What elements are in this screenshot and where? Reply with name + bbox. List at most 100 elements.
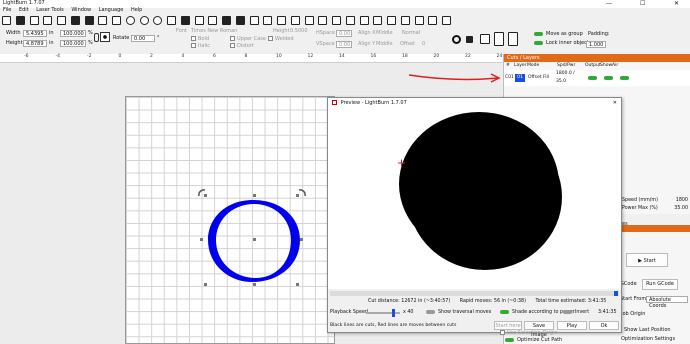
frame-icon[interactable] (167, 16, 176, 25)
show-traversal-option[interactable]: Show traversal moves (426, 309, 491, 317)
align-right-icon[interactable] (277, 16, 286, 25)
playback-speed-slider[interactable] (366, 309, 400, 317)
start-here-button[interactable]: Start here (494, 321, 522, 330)
align-bottom-icon[interactable] (318, 16, 328, 25)
upper-case-option[interactable]: Upper Case (230, 36, 266, 43)
show-last-position-option[interactable]: Show Last Position (618, 327, 671, 334)
playback-scrollbar[interactable] (330, 291, 619, 296)
camera-icon[interactable] (452, 35, 461, 44)
rotate-field[interactable]: 0.00 (131, 35, 155, 42)
text-height-value[interactable]: 0.5000 (290, 28, 308, 35)
speed-value[interactable]: 1800 (676, 197, 688, 204)
menu-laser-tools[interactable]: Laser Tools (36, 7, 64, 13)
undo-icon[interactable] (112, 16, 121, 25)
start-from-select[interactable]: Absolute Coords (646, 296, 688, 309)
zoom-in-icon[interactable] (125, 16, 135, 25)
lock-ratio-icon[interactable] (94, 33, 99, 42)
lock-inner-objects-option[interactable]: Lock inner objects (534, 40, 591, 47)
cut-icon[interactable] (70, 16, 80, 25)
width-field[interactable]: 5.4395 (23, 30, 47, 37)
settings-icon[interactable] (222, 16, 231, 25)
run-gcode-button[interactable]: Run GCode (642, 279, 678, 290)
tools-icon[interactable] (235, 16, 245, 25)
text-height-label: Height (273, 28, 290, 34)
maximize-icon[interactable]: ☐ (640, 0, 645, 7)
anchor-grid-icon[interactable] (100, 32, 110, 42)
array-icon[interactable] (442, 16, 451, 25)
hspace-field[interactable]: 0.00 (336, 30, 352, 37)
align-middle-icon[interactable] (304, 16, 314, 25)
align-left-icon[interactable] (249, 16, 259, 25)
start-button[interactable]: ▶ Start (626, 253, 668, 267)
height-percent-field[interactable]: 100.000 (60, 40, 86, 47)
dock-icon[interactable] (400, 16, 410, 25)
cut-layer-row[interactable]: C01 01 Offset Fill 1800.0 / 35.0 (504, 70, 690, 86)
move-as-group-option[interactable]: Move as group (534, 31, 583, 38)
menu-help[interactable]: Help (131, 7, 142, 13)
paste-icon[interactable] (98, 16, 108, 25)
bold-option[interactable]: Bold (191, 36, 209, 43)
vspace-field[interactable]: 0.00 (336, 41, 352, 48)
align-y-value[interactable]: Middle (376, 41, 393, 48)
laser-head-icon[interactable] (466, 36, 473, 43)
open-file-icon[interactable] (15, 16, 25, 25)
same-height-icon[interactable] (373, 16, 383, 25)
menu-file[interactable]: File (3, 7, 11, 13)
height-unit: in (49, 40, 54, 46)
preview-close-icon[interactable]: ✕ (613, 98, 617, 109)
align-top-icon[interactable] (290, 16, 300, 25)
start-from-label: Start From: (620, 296, 648, 302)
ok-button[interactable]: Ok (589, 321, 619, 330)
close-icon[interactable]: ✕ (674, 0, 679, 7)
height-label: Height (6, 40, 23, 46)
padding-field[interactable]: 1.000 (586, 41, 606, 48)
align-x-value[interactable]: Middle (376, 30, 393, 37)
pin-icon[interactable] (414, 16, 424, 25)
copy-icon[interactable] (84, 16, 94, 25)
distort-option[interactable]: Distort (230, 43, 254, 50)
optimize-cut-path-option[interactable]: Optimize Cut Path (505, 337, 562, 344)
boolean-icon[interactable] (494, 32, 504, 46)
font-label: Font (176, 28, 187, 34)
menu-edit[interactable]: Edit (19, 7, 29, 13)
save-image-button[interactable]: Save Image (524, 321, 554, 338)
design-shape[interactable] (196, 188, 316, 288)
optimization-settings-button[interactable]: Optimization Settings (621, 336, 675, 343)
play-button[interactable]: Play (557, 321, 587, 330)
save-icon[interactable] (29, 16, 39, 25)
distribute-h-icon[interactable] (332, 16, 341, 25)
export-icon[interactable] (57, 16, 66, 25)
align-center-icon[interactable] (263, 16, 273, 25)
invert-option[interactable]: Invert (563, 309, 589, 317)
same-width-icon[interactable] (359, 16, 369, 25)
output-toggle[interactable] (588, 76, 597, 80)
group-icon[interactable] (194, 16, 204, 25)
minimize-icon[interactable]: — (606, 0, 612, 7)
import-icon[interactable] (43, 16, 53, 25)
power-value[interactable]: 35.00 (674, 205, 688, 212)
zoom-fit-icon[interactable] (153, 16, 163, 25)
menu-language[interactable]: Language (99, 7, 124, 13)
ungroup-icon[interactable] (208, 16, 218, 25)
rotary-icon[interactable] (480, 34, 490, 44)
welded-option[interactable]: Welded (268, 36, 294, 43)
use-selection-origin-option[interactable]: Use Selection Origin (500, 330, 558, 337)
variable-text-icon[interactable] (508, 32, 518, 46)
width-percent-field[interactable]: 100.000 (60, 30, 86, 37)
air-toggle[interactable] (620, 76, 629, 80)
height-field[interactable]: 4.8789 (23, 40, 47, 47)
annotation-arrow (408, 73, 501, 83)
show-toggle[interactable] (604, 76, 613, 80)
italic-option[interactable]: Italic (191, 43, 210, 50)
new-file-icon[interactable] (2, 16, 11, 25)
menu-window[interactable]: Window (71, 7, 91, 13)
zoom-out-icon[interactable] (139, 16, 149, 25)
trace-icon[interactable] (180, 16, 190, 25)
text-style-value[interactable]: Normal (402, 30, 420, 37)
distribute-v-icon[interactable] (345, 16, 355, 25)
nest-icon[interactable] (428, 16, 438, 25)
offset-value[interactable]: 0 (422, 41, 425, 48)
font-value[interactable]: Times New Roman (191, 28, 237, 35)
move-together-icon[interactable] (387, 16, 396, 25)
width-percent-unit: % (88, 30, 93, 36)
